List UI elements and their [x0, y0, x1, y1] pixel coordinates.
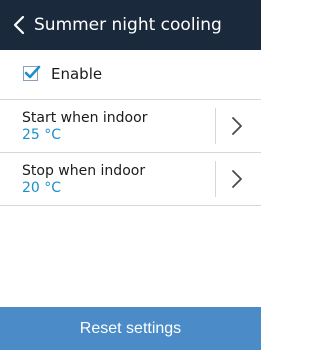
chevron-right-icon[interactable] — [230, 115, 244, 137]
enable-label: Enable — [51, 65, 103, 83]
setting-label-stop: Stop when indoor — [22, 163, 146, 179]
checkmark-icon — [24, 65, 41, 79]
enable-checkbox[interactable] — [23, 65, 41, 81]
enable-row[interactable]: Enable — [0, 57, 261, 93]
setting-label-start: Start when indoor — [22, 110, 148, 126]
setting-value-start: 25 °C — [22, 127, 62, 143]
reset-settings-button[interactable]: Reset settings — [0, 307, 261, 350]
row-separator — [215, 108, 216, 144]
row-separator — [215, 161, 216, 197]
chevron-right-icon[interactable] — [230, 168, 244, 190]
divider — [0, 205, 261, 206]
setting-value-stop: 20 °C — [22, 180, 62, 196]
setting-row-start[interactable]: Start when indoor 25 °C — [0, 100, 261, 152]
chevron-left-icon[interactable] — [4, 0, 34, 50]
setting-row-stop[interactable]: Stop when indoor 20 °C — [0, 153, 261, 205]
page-title: Summer night cooling — [34, 15, 222, 35]
header-bar: Summer night cooling — [0, 0, 261, 50]
